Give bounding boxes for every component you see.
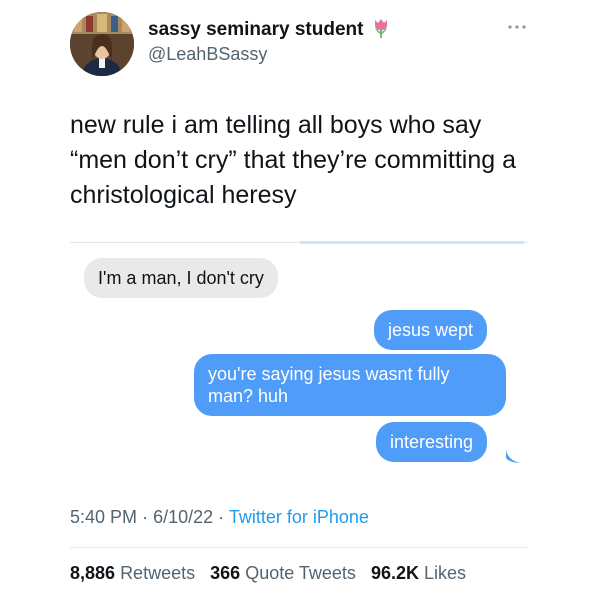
quote-tweets-label: Quote Tweets xyxy=(245,563,356,583)
display-name-text: sassy seminary student xyxy=(148,19,364,40)
likes-stat[interactable]: 96.2K Likes xyxy=(371,563,466,583)
more-options-icon[interactable] xyxy=(506,20,528,34)
retweets-count: 8,886 xyxy=(70,563,116,583)
tweet-date[interactable]: 6/10/22 xyxy=(153,507,213,527)
display-name[interactable]: sassy seminary student xyxy=(148,18,390,41)
tweet-text: new rule i am telling all boys who say “… xyxy=(70,111,516,209)
tweet-time[interactable]: 5:40 PM xyxy=(70,507,137,527)
avatar[interactable] xyxy=(70,12,134,76)
meta-separator: · xyxy=(218,507,225,527)
quote-tweets-stat[interactable]: 366 Quote Tweets xyxy=(210,563,356,583)
tweet-stats: 8,886 Retweets 366 Quote Tweets 96.2K Li… xyxy=(70,563,466,584)
tweet-meta: 5:40 PM · 6/10/22 · Twitter for iPhone xyxy=(70,507,369,528)
divider xyxy=(70,547,528,548)
bubble-tail-icon xyxy=(506,450,520,463)
embed-accent xyxy=(300,241,524,244)
tweet-source-link[interactable]: Twitter for iPhone xyxy=(229,507,369,527)
user-handle[interactable]: @LeahBSassy xyxy=(148,44,267,65)
meta-separator: · xyxy=(142,507,149,527)
quote-tweets-count: 366 xyxy=(210,563,241,583)
message-bubble-received: I'm a man, I don't cry xyxy=(84,258,278,298)
profile-photo xyxy=(70,12,134,76)
likes-label: Likes xyxy=(424,563,467,583)
retweets-stat[interactable]: 8,886 Retweets xyxy=(70,563,195,583)
likes-count: 96.2K xyxy=(370,563,419,583)
message-bubble-sent: interesting xyxy=(376,422,488,462)
message-bubble-sent: you're saying jesus wasnt fully man? huh xyxy=(194,354,506,416)
conversation-image[interactable]: I'm a man, I don't cry jesus wept you're… xyxy=(70,238,528,474)
retweets-label: Retweets xyxy=(120,563,196,583)
message-bubble-sent: jesus wept xyxy=(374,310,488,350)
tweet-card: sassy seminary student @LeahBSassy new r… xyxy=(0,0,600,600)
tulip-icon xyxy=(374,19,387,38)
